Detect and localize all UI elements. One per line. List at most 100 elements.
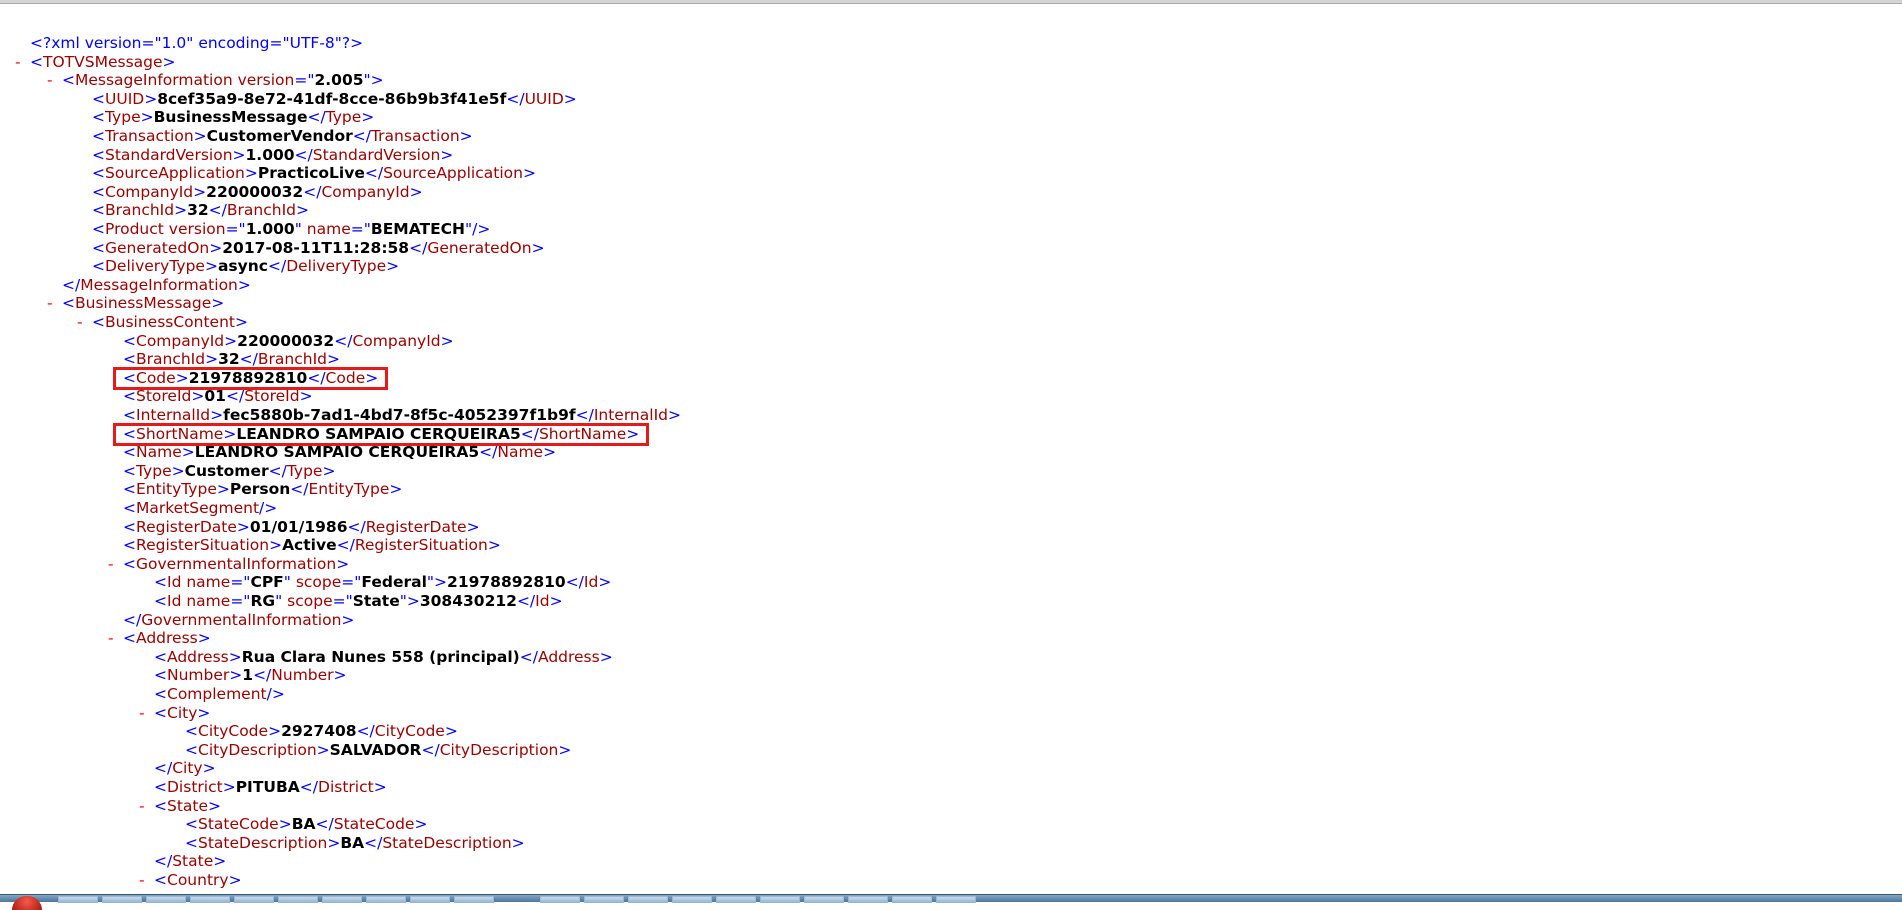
xml-line: <StandardVersion>1.000</StandardVersion> [92,146,453,165]
element-text: 2017-08-11T11:28:58 [222,239,410,257]
element-text: fec5880b-7ad1-4bd7-8f5c-4052397f1b9f [223,406,576,424]
attribute-name: name [301,220,351,238]
xml-line: <CityDescription>SALVADOR</CityDescripti… [185,741,571,760]
xml-line: <GovernmentalInformation> [123,555,349,574]
tag-bracket: < [123,406,136,424]
element-text: Customer [184,462,269,480]
tag-bracket: < [154,666,167,684]
tag-bracket: < [154,648,167,666]
tag-bracket: < [123,387,136,405]
tag-bracket: </ [239,350,258,368]
tag-bracket: > [361,108,375,126]
tag-bracket: > [211,294,225,312]
collapse-toggle[interactable]: - [139,797,145,816]
attribute-value: State [352,592,400,610]
xml-line: <GeneratedOn>2017-08-11T11:28:58</Genera… [92,239,545,258]
tag-bracket: </ [303,183,322,201]
attribute-name: version [163,220,226,238]
tag-bracket: > [333,666,347,684]
tag-bracket: > [295,201,309,219]
tag-bracket: > [299,387,313,405]
tag-bracket: </ [519,648,538,666]
tag-name: Number [271,666,334,684]
collapse-toggle[interactable]: - [77,313,83,332]
tag-name: EntityType [308,480,390,498]
tag-bracket: </ [154,759,173,777]
tag-bracket: " [283,573,291,591]
collapse-toggle[interactable]: - [108,629,114,648]
tag-bracket: > [269,536,283,554]
xml-line: <Id name="CPF" scope="Federal">219788928… [154,573,611,592]
tag-name: DeliveryType [105,257,205,275]
tag-bracket: < [154,685,167,703]
tag-name: GeneratedOn [105,239,210,257]
collapse-toggle[interactable]: - [47,71,53,90]
tag-bracket: > [202,759,216,777]
tag-name: StateDescription [382,834,512,852]
tag-bracket: > [341,611,355,629]
tag-bracket: > [389,480,403,498]
collapse-toggle[interactable]: - [139,871,145,890]
tag-name: Name [497,443,544,461]
tag-name: RegisterSituation [354,536,488,554]
tag-name: Address [136,629,198,647]
xml-line: <Id name="RG" scope="State">308430212</I… [154,592,563,611]
tag-name: CompanyId [136,332,225,350]
tag-bracket: > [440,146,454,164]
tag-name: MessageInformation [80,276,238,294]
tag-bracket: > [216,480,230,498]
tag-bracket: > [522,164,536,182]
xml-line: </State> [154,852,226,871]
tag-name: EntityType [136,480,217,498]
tag-bracket: < [92,127,105,145]
xml-line: <Code>21978892810</Code> [123,369,378,388]
xml-line: <CityCode>2927408</CityCode> [185,722,458,741]
collapse-toggle[interactable]: - [108,555,114,574]
element-text: 01/01/1986 [249,518,348,536]
collapse-toggle[interactable]: - [15,53,21,72]
xml-line: <Type>Customer</Type> [123,462,335,481]
tag-bracket: </ [364,164,384,182]
tag-name: Transaction [370,127,460,145]
tag-bracket: </ [356,722,375,740]
tag-name: StateCode [198,815,279,833]
tag-name: Code [136,369,176,387]
tag-bracket: < [185,722,198,740]
tag-name: StateCode [333,815,415,833]
tag-bracket: < [123,536,136,554]
tag-name: TOTVSMessage [43,53,163,71]
tag-name: MessageInformation [75,71,233,89]
tag-name: GeneratedOn [427,239,532,257]
tag-bracket: < [92,164,105,182]
element-text: PracticoLive [257,164,365,182]
tag-bracket: > [414,815,428,833]
xml-line: <SourceApplication>PracticoLive</SourceA… [92,164,536,183]
tag-name: SourceApplication [383,164,523,182]
element-text: 308430212 [419,592,517,610]
tag-bracket: > [237,276,251,294]
tag-bracket: </ [154,852,173,870]
tag-bracket: > [336,555,350,573]
start-button[interactable] [12,896,42,910]
attribute-value: CPF [250,573,284,591]
tag-name: StoreId [244,387,300,405]
collapse-toggle[interactable]: - [47,294,53,313]
tag-bracket: > [140,108,154,126]
tag-name: GovernmentalInformation [136,555,337,573]
tag-bracket: > [209,239,223,257]
tag-bracket: > [175,369,189,387]
attribute-value: BEMATECH [370,220,466,238]
tag-bracket: "> [399,592,420,610]
xml-line: <Address>Rua Clara Nunes 558 (principal)… [154,648,613,667]
element-text: LEANDRO SAMPAIO CERQUEIRA5 [194,443,480,461]
tag-bracket: </ [307,369,326,387]
tag-name: Type [105,108,141,126]
collapse-toggle[interactable]: - [139,704,145,723]
tag-bracket: > [244,164,258,182]
tag-bracket: < [92,313,105,331]
xml-line: <MarketSegment/> [123,499,277,518]
tag-bracket: </ [253,666,272,684]
tag-name: Product [105,220,164,238]
tag-name: CompanyId [105,183,194,201]
tag-name: StandardVersion [312,146,441,164]
